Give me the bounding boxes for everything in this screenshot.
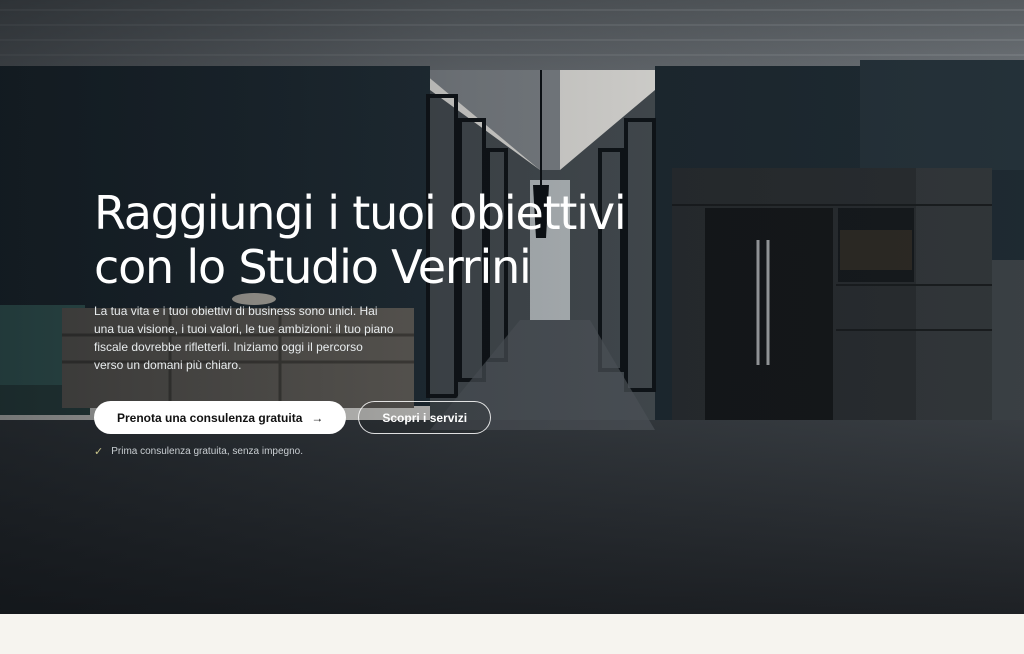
check-icon: ✓ — [94, 446, 104, 458]
hero-title: Raggiungi i tuoi obiettivi con lo Studio… — [94, 186, 654, 294]
hero-content: Raggiungi i tuoi obiettivi con lo Studio… — [94, 186, 654, 458]
book-consultation-button[interactable]: Prenota una consulenza gratuita → — [94, 401, 347, 434]
next-section-band — [0, 614, 1024, 654]
hero-lead-text: La tua vita e i tuoi obiettivi di busine… — [94, 304, 394, 372]
hero-title-line-1: Raggiungi i tuoi obiettivi — [94, 186, 627, 240]
hero-section: Raggiungi i tuoi obiettivi con lo Studio… — [0, 0, 1024, 614]
hero-cta-group: Prenota una consulenza gratuita → Scopri… — [94, 401, 654, 434]
arrow-right-icon: → — [311, 410, 324, 425]
hero-title-line-2: con lo Studio Verrini — [94, 240, 532, 294]
book-consultation-label: Prenota una consulenza gratuita — [117, 410, 303, 425]
free-consultation-note: ✓ Prima consulenza gratuita, senza impeg… — [94, 445, 654, 458]
discover-services-button[interactable]: Scopri i servizi — [358, 401, 492, 434]
free-consultation-note-text: Prima consulenza gratuita, senza impegno… — [111, 446, 303, 457]
